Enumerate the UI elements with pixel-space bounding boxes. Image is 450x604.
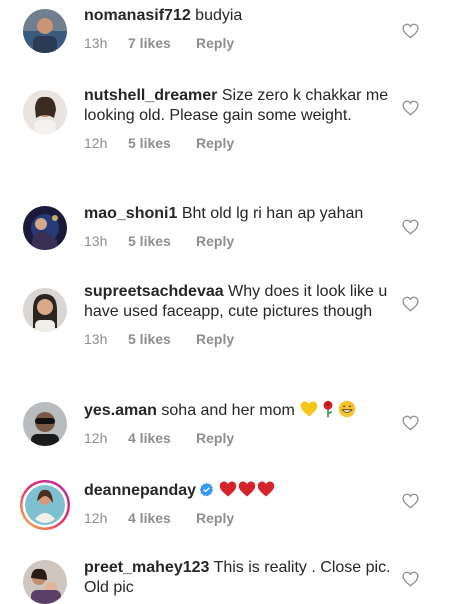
reply-button[interactable]: Reply — [196, 510, 234, 526]
yellow-heart-emoji — [301, 401, 318, 417]
comment-text: nutshell_dreamer Size zero k chakkar me … — [84, 86, 392, 126]
reply-button[interactable]: Reply — [196, 135, 234, 151]
avatar[interactable] — [23, 402, 67, 446]
comment-meta: 12h 5 likes Reply — [84, 135, 392, 151]
story-ring-avatar-icon — [20, 480, 70, 530]
avatar[interactable] — [19, 479, 71, 531]
avatar[interactable] — [23, 90, 67, 134]
heart-icon[interactable] — [402, 23, 419, 39]
profile-photo-icon — [23, 560, 67, 604]
timestamp: 13h — [84, 35, 108, 51]
likes-count[interactable]: 4 likes — [128, 510, 196, 526]
comment-meta: 12h 4 likes Reply — [84, 510, 392, 526]
red-heart-emoji — [220, 481, 237, 497]
profile-photo-icon — [23, 9, 67, 53]
profile-photo-icon — [23, 288, 67, 332]
heart-icon[interactable] — [402, 493, 419, 509]
username[interactable]: yes.aman — [84, 402, 157, 419]
verified-badge-icon — [199, 482, 214, 497]
comment-body: soha and her mom — [161, 402, 295, 419]
red-heart-emoji — [258, 481, 275, 497]
likes-count[interactable]: 5 likes — [128, 331, 196, 347]
comment-meta: 13h 7 likes Reply — [84, 35, 392, 51]
heart-icon[interactable] — [402, 219, 419, 235]
red-heart-emoji — [239, 481, 256, 497]
reply-button[interactable]: Reply — [196, 331, 234, 347]
avatar[interactable] — [23, 288, 67, 332]
reply-button[interactable]: Reply — [196, 35, 234, 51]
likes-count[interactable]: 4 likes — [128, 430, 196, 446]
comment-text: supreetsachdevaa Why does it look like u… — [84, 282, 392, 322]
likes-count[interactable]: 5 likes — [128, 135, 196, 151]
comment-text: deannepanday — [84, 480, 392, 501]
comment-text: mao_shoni1 Bht old lg ri han ap yahan — [84, 204, 392, 224]
likes-count[interactable]: 7 likes — [128, 35, 196, 51]
username[interactable]: deannepanday — [84, 482, 196, 499]
heart-icon[interactable] — [402, 296, 419, 312]
comment-meta: 12h 4 likes Reply — [84, 430, 392, 446]
avatar[interactable] — [23, 9, 67, 53]
timestamp: 13h — [84, 233, 108, 249]
grinning-face-emoji — [339, 400, 356, 418]
timestamp: 13h — [84, 331, 108, 347]
comment-text: preet_mahey123 This is reality . Close p… — [84, 558, 392, 598]
avatar[interactable] — [23, 206, 67, 250]
heart-icon[interactable] — [402, 100, 419, 116]
profile-photo-icon — [23, 206, 67, 250]
username[interactable]: mao_shoni1 — [84, 205, 177, 222]
username[interactable]: supreetsachdevaa — [84, 283, 224, 300]
username[interactable]: nutshell_dreamer — [84, 87, 217, 104]
likes-count[interactable]: 5 likes — [128, 233, 196, 249]
timestamp: 12h — [84, 430, 108, 446]
timestamp: 12h — [84, 510, 108, 526]
rose-emoji — [323, 400, 333, 418]
comment-body: budyia — [195, 7, 243, 24]
username[interactable]: nomanasif712 — [84, 7, 191, 24]
comment-body: Bht old lg ri han ap yahan — [181, 205, 364, 222]
comment-meta: 13h 5 likes Reply — [84, 233, 392, 249]
timestamp: 12h — [84, 135, 108, 151]
heart-icon[interactable] — [402, 571, 419, 587]
heart-icon[interactable] — [402, 415, 419, 431]
avatar[interactable] — [23, 560, 67, 604]
username[interactable]: preet_mahey123 — [84, 559, 209, 576]
comment-meta: 13h 5 likes Reply — [84, 331, 392, 347]
comment-text: yes.aman soha and her mom — [84, 400, 392, 421]
profile-photo-icon — [23, 402, 67, 446]
reply-button[interactable]: Reply — [196, 430, 234, 446]
reply-button[interactable]: Reply — [196, 233, 234, 249]
comment-text: nomanasif712 budyia — [84, 6, 392, 26]
profile-photo-icon — [23, 90, 67, 134]
